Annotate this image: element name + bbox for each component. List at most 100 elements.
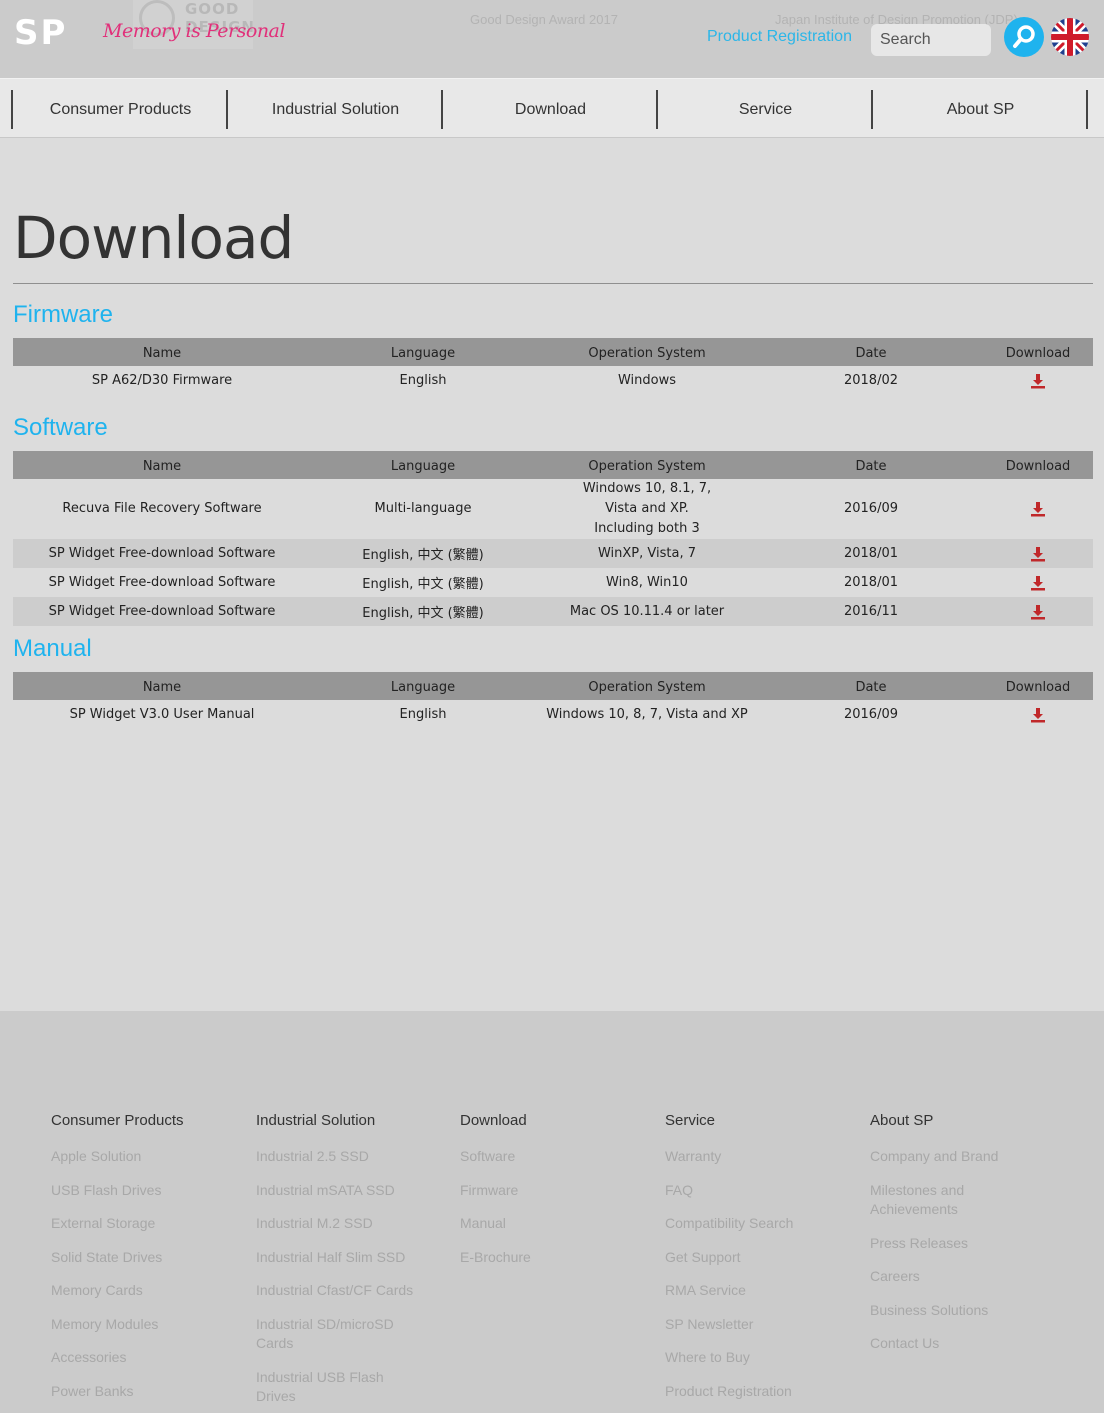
nav-service[interactable]: Service	[658, 90, 873, 129]
footer-link[interactable]: External Storage	[51, 1214, 241, 1234]
footer-link[interactable]: Software	[460, 1147, 650, 1167]
footer-link[interactable]: Industrial SD/microSD Cards	[256, 1315, 406, 1354]
footer-link[interactable]: Contact Us	[870, 1334, 1050, 1354]
column-header-date: Date	[759, 451, 983, 479]
column-header-os: Operation System	[535, 338, 759, 366]
footer-link[interactable]: Careers	[870, 1267, 1050, 1287]
row-download-cell	[983, 568, 1093, 597]
award-text: Good Design Award 2017	[470, 12, 618, 27]
footer-link[interactable]: Where to Buy	[665, 1348, 855, 1368]
column-header-language: Language	[311, 451, 535, 479]
footer-link[interactable]: Industrial Half Slim SSD	[256, 1248, 426, 1268]
title-divider	[13, 283, 1093, 284]
footer-link[interactable]: Business Solutions	[870, 1301, 1050, 1321]
footer-link[interactable]: Firmware	[460, 1181, 650, 1201]
table-header-row: Name Language Operation System Date Down…	[13, 451, 1093, 479]
row-os: Windows 10, 8.1, 7, Vista and XP. Includ…	[582, 481, 712, 536]
table-row: Recuva File Recovery Software Multi-lang…	[13, 479, 1093, 539]
row-os: Windows	[617, 373, 677, 388]
row-download-cell	[983, 700, 1093, 729]
column-header-name: Name	[13, 338, 311, 366]
column-header-date: Date	[759, 338, 983, 366]
row-os: Mac OS 10.11.4 or later	[535, 597, 759, 626]
column-header-download: Download	[983, 672, 1093, 700]
footer-link[interactable]: Industrial mSATA SSD	[256, 1181, 426, 1201]
footer-link[interactable]: SP Newsletter	[665, 1315, 855, 1335]
footer-heading: About SP	[870, 1112, 934, 1129]
nav-consumer-products[interactable]: Consumer Products	[13, 90, 228, 129]
footer-link[interactable]: Company and Brand	[870, 1147, 1050, 1167]
column-header-name: Name	[13, 672, 311, 700]
footer-heading: Service	[665, 1112, 716, 1129]
footer-link[interactable]: FAQ	[665, 1181, 855, 1201]
footer-link[interactable]: Warranty	[665, 1147, 855, 1167]
download-icon[interactable]	[1030, 575, 1046, 591]
footer-heading: Download	[460, 1112, 527, 1129]
download-icon[interactable]	[1030, 707, 1046, 723]
row-date: 2018/01	[843, 575, 898, 590]
row-date: 2016/11	[759, 597, 983, 626]
main-nav: Consumer Products Industrial Solution Do…	[0, 78, 1104, 138]
footer-link[interactable]: Press Releases	[870, 1234, 1050, 1254]
software-table: Name Language Operation System Date Down…	[13, 451, 1093, 626]
download-icon[interactable]	[1030, 604, 1046, 620]
row-name: Recuva File Recovery Software	[62, 501, 262, 516]
footer-link[interactable]: Product Registration	[665, 1382, 855, 1402]
sp-logo-text: SP	[14, 16, 67, 48]
footer-link[interactable]: E-Brochure	[460, 1248, 650, 1268]
product-registration-link[interactable]: Product Registration	[707, 28, 852, 46]
table-row: SP A62/D30 Firmware English Windows 2018…	[13, 366, 1093, 395]
language-selector[interactable]	[1051, 18, 1089, 56]
footer-link[interactable]: Manual	[460, 1214, 650, 1234]
footer-link[interactable]: Memory Modules	[51, 1315, 241, 1335]
search-input[interactable]	[871, 24, 991, 56]
section-title-manual: Manual	[13, 635, 92, 662]
footer-link[interactable]: Accessories	[51, 1348, 241, 1368]
sp-logo[interactable]: SP	[14, 16, 90, 48]
row-name: SP Widget Free-download Software	[13, 597, 311, 626]
row-language: English, 中文 (繁體)	[362, 577, 484, 592]
column-header-download: Download	[983, 451, 1093, 479]
site-footer: Consumer Products Apple Solution USB Fla…	[0, 1011, 1104, 1413]
row-date: 2018/01	[759, 539, 983, 568]
table-row: SP Widget Free-download Software English…	[13, 597, 1093, 626]
footer-link[interactable]: RMA Service	[665, 1281, 855, 1301]
manual-table: Name Language Operation System Date Down…	[13, 672, 1093, 729]
column-header-download: Download	[983, 338, 1093, 366]
row-date: 2016/09	[843, 707, 898, 722]
row-download-cell	[983, 366, 1093, 395]
footer-link[interactable]: USB Flash Drives	[51, 1181, 241, 1201]
row-date: 2016/09	[843, 501, 898, 516]
row-language: English, 中文 (繁體)	[311, 597, 535, 626]
footer-column-industrial-solution: Industrial Solution Industrial 2.5 SSD I…	[256, 1112, 426, 1413]
footer-link[interactable]: Get Support	[665, 1248, 855, 1268]
section-title-firmware: Firmware	[13, 301, 113, 328]
footer-link[interactable]: Apple Solution	[51, 1147, 241, 1167]
download-icon[interactable]	[1030, 373, 1046, 389]
footer-link[interactable]: Compatibility Search	[665, 1214, 855, 1234]
footer-link[interactable]: Solid State Drives	[51, 1248, 241, 1268]
footer-link[interactable]: Industrial Cfast/CF Cards	[256, 1281, 426, 1301]
footer-link[interactable]: Memory Cards	[51, 1281, 241, 1301]
nav-about-sp[interactable]: About SP	[873, 90, 1088, 129]
footer-link[interactable]: Power Banks	[51, 1382, 241, 1402]
search-button[interactable]	[1004, 17, 1044, 57]
row-name: SP Widget Free-download Software	[13, 539, 311, 568]
footer-link[interactable]: Industrial USB Flash Drives	[256, 1368, 406, 1407]
nav-download[interactable]: Download	[443, 90, 658, 129]
footer-link[interactable]: Industrial M.2 SSD	[256, 1214, 426, 1234]
footer-heading: Consumer Products	[51, 1112, 184, 1129]
row-download-cell	[983, 479, 1093, 539]
footer-link[interactable]: Milestones and Achievements	[870, 1181, 990, 1220]
download-icon[interactable]	[1030, 546, 1046, 562]
footer-link[interactable]: Industrial 2.5 SSD	[256, 1147, 426, 1167]
search-icon	[1013, 25, 1035, 48]
row-os: Win8, Win10	[606, 575, 688, 590]
row-download-cell	[983, 539, 1093, 568]
uk-flag-icon	[1051, 18, 1089, 56]
table-row: SP Widget V3.0 User Manual English Windo…	[13, 700, 1093, 729]
nav-industrial-solution[interactable]: Industrial Solution	[228, 90, 443, 129]
row-os: Windows 10, 8, 7, Vista and XP	[546, 707, 748, 722]
footer-column-service: Service Warranty FAQ Compatibility Searc…	[665, 1112, 855, 1413]
download-icon[interactable]	[1030, 501, 1046, 517]
